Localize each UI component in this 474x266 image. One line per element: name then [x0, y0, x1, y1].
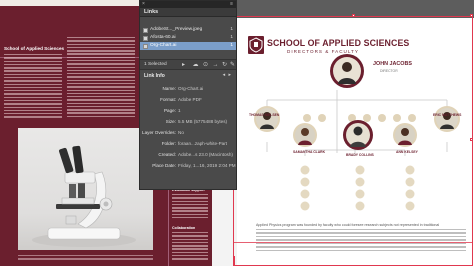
crop-mark: [233, 256, 235, 266]
show-hide-link-info-icon[interactable]: ▸: [180, 62, 187, 69]
tab-links[interactable]: Links: [140, 8, 236, 17]
links-panel[interactable]: × ≡ Links AdobeSt..._Preview.jpeg 1 Afos…: [139, 0, 237, 190]
frame-handle-top-right[interactable]: [470, 14, 473, 17]
panel-menu-icon[interactable]: ≡: [230, 1, 233, 8]
microscope-photo[interactable]: [18, 128, 153, 250]
link-info-nav-arrows[interactable]: ◂ ▸: [223, 72, 232, 78]
link-item[interactable]: Afosta-60.ai 1: [140, 34, 236, 42]
frame-handle-right-middle[interactable]: [470, 138, 473, 141]
relink-icon[interactable]: ⊙: [202, 62, 209, 69]
info-row-folder: Folder: foraan...zaph-white-Part: [161, 141, 228, 146]
update-link-icon[interactable]: ↻: [221, 62, 228, 69]
panel-toolbar: 1 Selected ▸ ☁ ⊙ → ↻ ✎: [140, 59, 236, 70]
link-page: 1: [230, 43, 233, 48]
link-page: 1: [230, 35, 233, 40]
info-row-page: Page: 1: [163, 108, 181, 113]
photo-caption: [18, 251, 153, 266]
indesign-document-canvas[interactable]: School of Applied Sciences Focused on th…: [0, 0, 474, 266]
link-info-header[interactable]: Link Info ◂ ▸: [140, 72, 236, 81]
side-text-4: [172, 194, 208, 220]
image-thumbnail-icon: [143, 43, 148, 49]
microscope-illustration: [32, 145, 136, 247]
link-name: Org-Chart.ai: [150, 43, 177, 48]
info-row-size: Size: 5.5 MB (5775488 bytes): [165, 119, 228, 124]
info-row-layer-overrides: Layer Overrides: No: [142, 130, 184, 135]
panel-title-bar[interactable]: × ≡: [140, 1, 236, 8]
image-thumbnail-icon: [143, 35, 148, 41]
text-frame-edge: [233, 242, 473, 243]
relink-from-cc-icon[interactable]: ☁: [192, 62, 199, 69]
edit-original-icon[interactable]: ✎: [229, 62, 236, 69]
link-name: Afosta-60.ai: [150, 35, 176, 40]
close-icon[interactable]: ×: [142, 1, 145, 8]
link-item[interactable]: AdobeSt..._Preview.jpeg 1: [140, 26, 236, 34]
school-heading: School of Applied Sciences: [4, 46, 65, 51]
info-row-created: Created: Adobe...s 23.0 (Macintosh): [158, 152, 233, 157]
selected-graphic-frame[interactable]: [233, 16, 473, 266]
go-to-link-icon[interactable]: →: [212, 62, 219, 69]
image-thumbnail-icon: [143, 27, 148, 33]
link-info-label: Link Info: [144, 73, 165, 79]
side-heading-5: Collaboration: [172, 226, 196, 230]
side-text-5: [172, 232, 208, 262]
info-row-format: Format: Adobe PDF: [160, 97, 202, 102]
selection-count: 1 Selected: [144, 62, 167, 67]
info-row-name: Name: Org-Chart.ai: [162, 86, 204, 91]
body-text-column-2: [67, 37, 135, 119]
tab-links-label: Links: [144, 9, 159, 15]
link-name: AdobeSt..._Preview.jpeg: [150, 27, 203, 32]
frame-handle-top-center[interactable]: [352, 14, 355, 17]
link-page: 1: [230, 27, 233, 32]
body-text-column-1: [4, 54, 62, 120]
info-row-place-date: Place Date: Friday, 1...16, 2019 2:04 PM: [152, 163, 236, 168]
link-item-selected[interactable]: Org-Chart.ai 1: [140, 42, 236, 50]
